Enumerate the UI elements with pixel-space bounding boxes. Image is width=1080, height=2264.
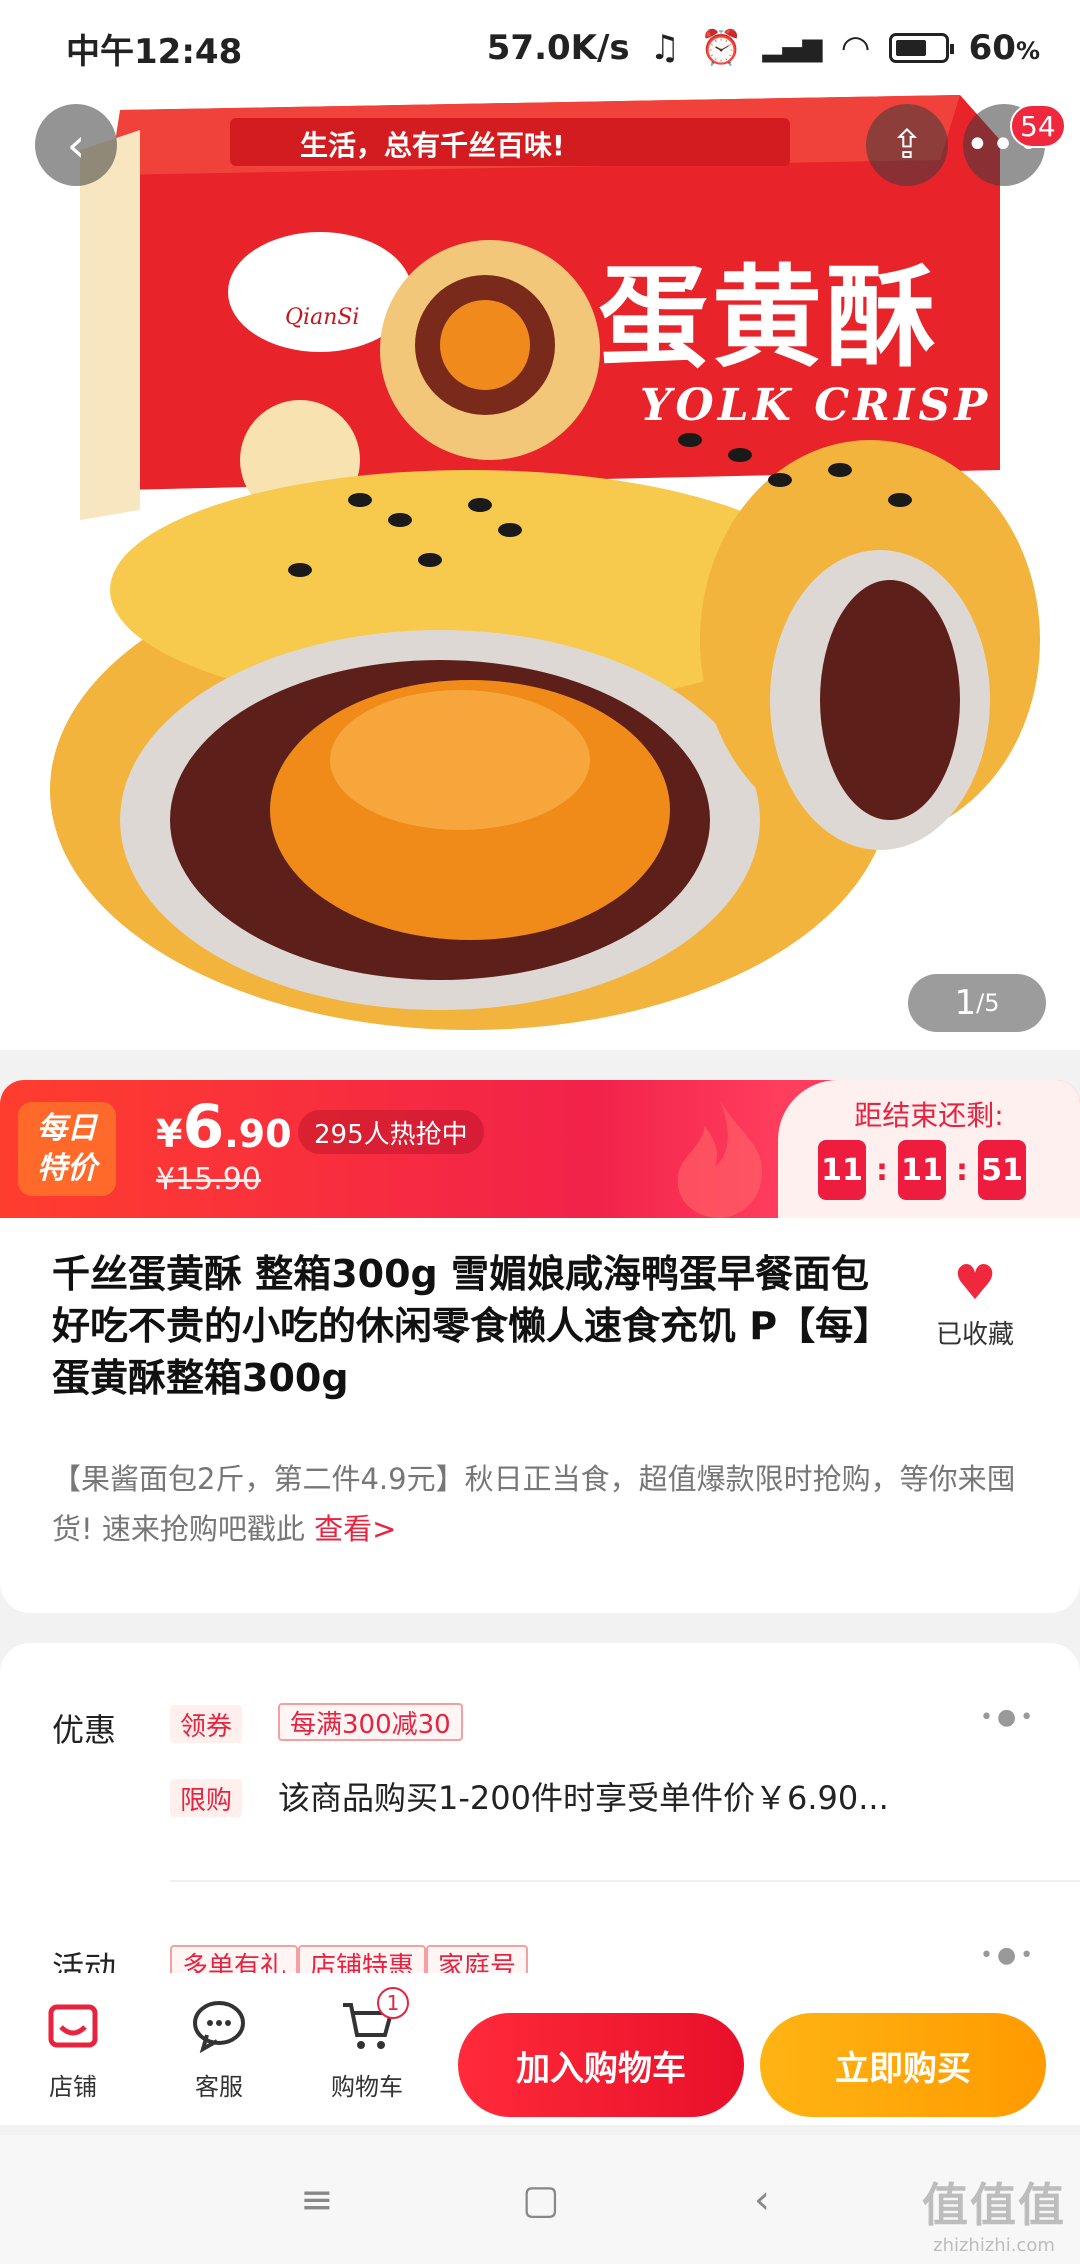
countdown-panel: 距结束还剩: 11 : 11 : 51 [778,1080,1080,1218]
current-price: ¥ 6 .90 [156,1092,292,1162]
battery-icon [888,33,954,63]
box-slogan: 生活，总有千丝百味! [300,129,565,162]
image-page-indicator: 1/5 [908,974,1046,1032]
headset-icon: ♫ [649,28,681,68]
discount-more-icon[interactable]: •●• [980,1705,1037,1730]
back-button[interactable]: ‹ [35,104,117,186]
offers-card: 优惠 领券 每满300减30 •●• 限购 该商品购买1-200件时享受单件价￥… [0,1643,1080,1987]
favorite-label: 已收藏 [935,1320,1014,1350]
view-more-link[interactable]: 查看> [314,1512,396,1546]
cart-button[interactable]: 1 购物车 [312,1987,422,2102]
countdown-seconds: 51 [978,1140,1026,1200]
bottom-action-bar: 店铺 客服 1 购物车 加入购物车 立即购买 [0,1973,1080,2125]
message-count-badge: 54 [1010,104,1066,148]
original-price: ¥15.90 [156,1162,261,1197]
system-nav-bar: ≡ ▢ ‹ 值值值 zhizhizhi.com [0,2135,1080,2264]
customer-service-button[interactable]: 客服 [164,1997,274,2102]
wifi-icon: ◠ [842,28,869,68]
box-subtitle: YOLK CRISP [640,380,992,431]
box-title: 蛋黄酥 [598,253,940,382]
countdown-hours: 11 [818,1140,866,1200]
coupon-value-tag[interactable]: 每满300减30 [278,1703,463,1741]
daily-deal-banner: 每日 特价 ¥ 6 .90 ¥15.90 295人热抢中 距结束还剩: 11 :… [0,1080,1080,1218]
countdown-minutes: 11 [898,1140,946,1200]
product-title: 千丝蛋黄酥 整箱300g 雪媚娘咸海鸭蛋早餐面包好吃不贵的小吃的休闲零食懒人速食… [52,1252,892,1400]
add-to-cart-button[interactable]: 加入购物车 [458,2013,744,2117]
share-icon: ⇪ [890,122,924,168]
shop-button[interactable]: 店铺 [18,1997,128,2102]
status-bar: 中午12:48 57.0K/s ♫ ⏰ ▂▄▆ ◠ 60% [0,0,1080,96]
activity-more-icon[interactable]: •●• [980,1943,1037,1968]
status-time: 中午12:48 [66,31,243,72]
brand-logo-text: QianSi [285,305,360,330]
product-info-card: 千丝蛋黄酥 整箱300g 雪媚娘咸海鸭蛋早餐面包好吃不贵的小吃的休闲零食懒人速食… [0,1218,1080,1613]
countdown-timer: 11 : 11 : 51 [818,1140,1026,1200]
chevron-left-icon: ‹ [66,118,86,172]
hot-buyers-pill: 295人热抢中 [298,1110,484,1154]
watermark: 值值值 zhizhizhi.com [922,2178,1066,2256]
favorite-button[interactable]: ♥ 已收藏 [920,1258,1030,1351]
network-speed: 57.0K/s [486,28,630,68]
share-button[interactable]: ⇪ [866,104,948,186]
cart-count-badge: 1 [377,1987,409,2019]
heart-icon: ♥ [953,1255,997,1311]
limit-tag: 限购 [170,1779,243,1817]
product-description: 【果酱面包2斤，第二件4.9元】秋日正当食，超值爆款限时抢购，等你来囤货! 速来… [52,1462,1016,1546]
alarm-icon: ⏰ [700,28,743,68]
flame-icon [677,1100,762,1218]
menu-icon[interactable]: ≡ [300,2177,334,2223]
buy-now-button[interactable]: 立即购买 [760,2013,1046,2117]
shop-icon [45,1997,101,2053]
discount-label: 优惠 [52,1711,117,1749]
countdown-label: 距结束还剩: [854,1099,1004,1132]
battery-percent: 60% [968,28,1040,68]
home-icon[interactable]: ▢ [522,2177,560,2223]
coupon-tag: 领券 [170,1705,243,1743]
daily-deal-tag: 每日 特价 [18,1102,116,1196]
signal-icon: ▂▄▆ [762,33,823,63]
chat-icon [191,1997,247,2054]
cart-icon: 1 [339,1987,409,2053]
limit-text[interactable]: 该商品购买1-200件时享受单件价￥6.90... [278,1773,889,1819]
back-nav-icon[interactable]: ‹ [754,2177,770,2223]
